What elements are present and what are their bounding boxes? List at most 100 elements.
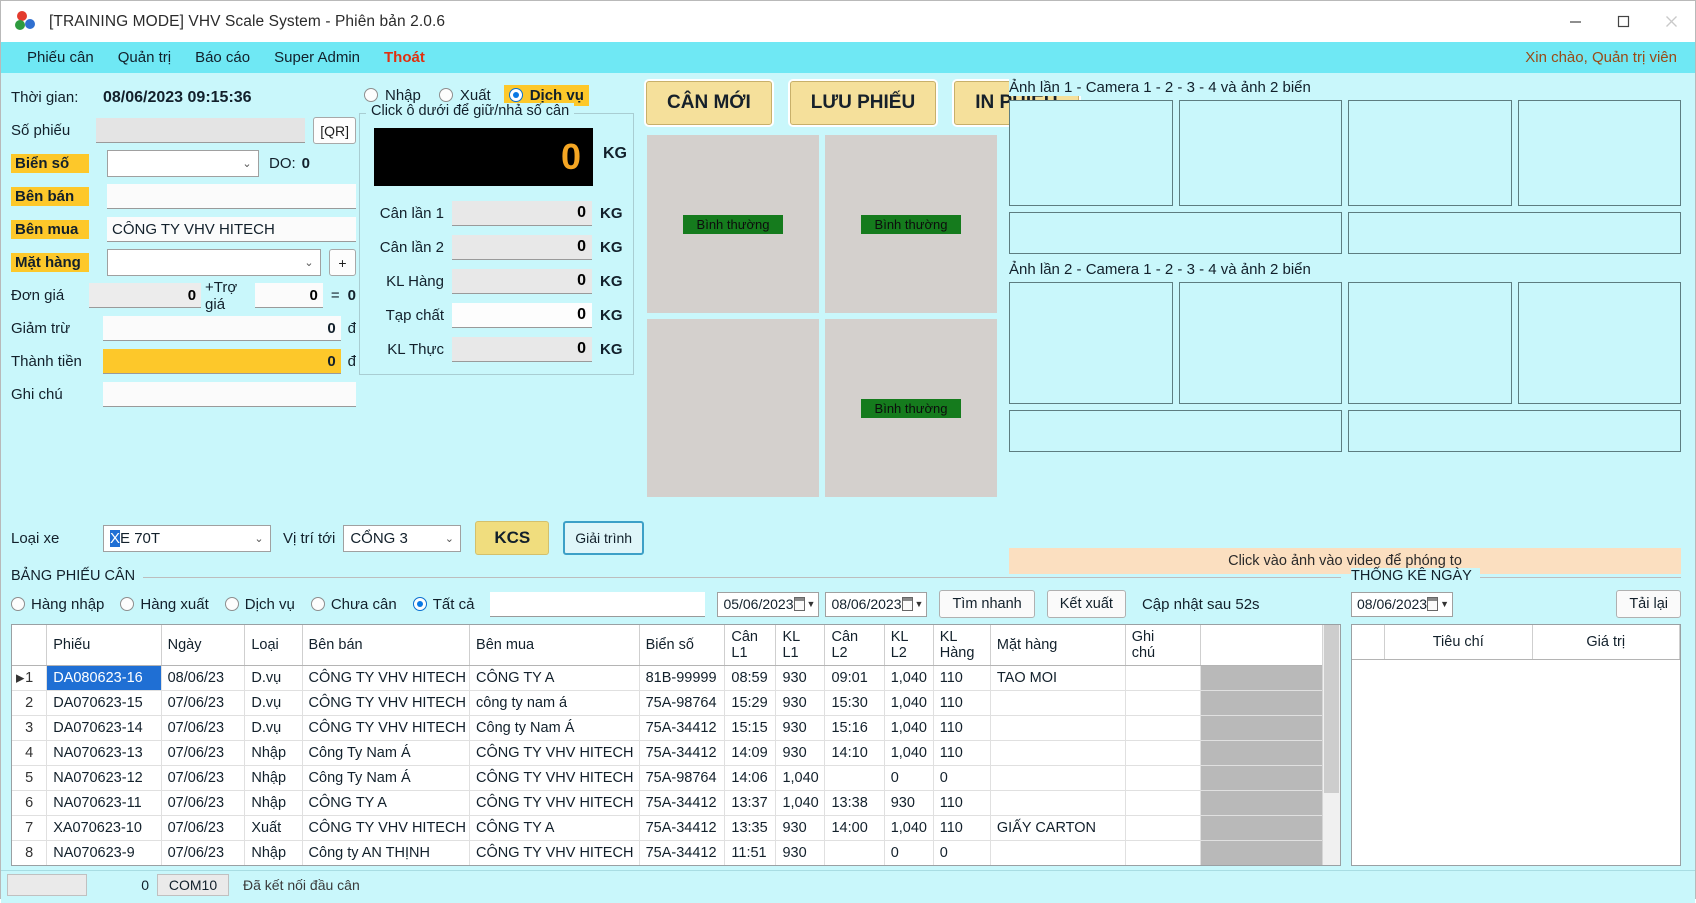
video-tile-4[interactable]: Bình thường (825, 319, 997, 497)
date-to-picker[interactable]: 08/06/2023 ▼ (825, 591, 928, 617)
row-number-cell[interactable]: 4 (12, 740, 48, 766)
row-number-cell[interactable]: 8 (12, 840, 48, 865)
close-icon[interactable] (1647, 1, 1695, 42)
camera-image-1-4[interactable] (1517, 100, 1681, 206)
table-row[interactable]: 8 NA070623-9 07/06/23 Nhập Công ty AN TH… (12, 840, 1324, 865)
kl-hang-input[interactable] (452, 268, 592, 294)
giai-trinh-button[interactable]: Giải trình (563, 521, 645, 555)
stats-col-header-gia-tri[interactable]: Giá trị (1532, 625, 1680, 660)
col-header-kl-l2[interactable]: KL L2 (884, 625, 934, 666)
col-header-kl-hang[interactable]: KL Hàng (933, 625, 991, 666)
table-row[interactable]: 4 NA070623-13 07/06/23 Nhập Công Ty Nam … (12, 740, 1324, 766)
table-row[interactable]: 3 DA070623-14 07/06/23 D.vụ CÔNG TY VHV … (12, 715, 1324, 741)
minimize-icon[interactable] (1551, 1, 1599, 42)
camera-image-2-2[interactable] (1178, 282, 1342, 404)
mat-hang-combobox[interactable]: ⌄ (107, 249, 321, 276)
luu-phieu-button[interactable]: LƯU PHIẾU (789, 81, 937, 125)
qr-button[interactable]: [QR] (313, 117, 356, 144)
col-header-phieu[interactable]: Phiếu (46, 625, 162, 666)
don-gia-input[interactable] (89, 283, 202, 308)
stats-col-header-tieu-chi[interactable]: Tiêu chí (1384, 625, 1533, 660)
menu-item-quan-tri[interactable]: Quản trị (106, 46, 183, 69)
can-moi-button[interactable]: CÂN MỚI (646, 81, 772, 125)
cell-mat-hang (990, 715, 1126, 741)
col-header-ben-ban[interactable]: Bên bán (302, 625, 471, 666)
can-lan-2-input[interactable] (452, 234, 592, 260)
filter-tat-ca[interactable]: Tất cả (412, 596, 474, 613)
camera-image-2-4[interactable] (1517, 282, 1681, 404)
so-phieu-input[interactable] (96, 118, 306, 143)
col-header-ngay[interactable]: Ngày (161, 625, 246, 666)
col-header-bien-so[interactable]: Biển số (639, 625, 726, 666)
menu-item-phieu-can[interactable]: Phiếu cân (15, 46, 106, 69)
camera-image-1-2[interactable] (1178, 100, 1342, 206)
camera-image-1-1[interactable] (1009, 100, 1173, 206)
col-header-rownum[interactable] (12, 625, 48, 666)
col-header-kl-l1[interactable]: KL L1 (775, 625, 826, 666)
col-header-can-l1[interactable]: Cân L1 (724, 625, 777, 666)
menu-item-thoat[interactable]: Thoát (372, 46, 437, 69)
tai-lai-button[interactable]: Tải lại (1616, 590, 1681, 618)
filter-hang-xuat[interactable]: Hàng xuất (120, 596, 209, 613)
row-number-cell[interactable]: ▶ 1 (12, 665, 48, 691)
table-row[interactable]: 2 DA070623-15 07/06/23 D.vụ CÔNG TY VHV … (12, 690, 1324, 716)
lcd-display[interactable]: 0 (374, 128, 593, 186)
menu-item-super-admin[interactable]: Super Admin (262, 46, 372, 69)
scrollbar-thumb[interactable] (1324, 625, 1339, 793)
date-from-picker[interactable]: 05/06/2023 ▼ (717, 591, 820, 617)
table-row[interactable]: ▶ 1 DA080623-16 08/06/23 D.vụ CÔNG TY VHV… (12, 665, 1324, 691)
form-row-giam-tru: Giảm trừ đ (11, 312, 356, 345)
camera-image-2-3[interactable] (1348, 282, 1512, 404)
row-number-cell[interactable]: 5 (12, 765, 48, 791)
table-row[interactable]: 7 XA070623-10 07/06/23 Xuất CÔNG TY VHV … (12, 815, 1324, 841)
ghi-chu-input[interactable] (103, 382, 356, 407)
filter-hang-nhap[interactable]: Hàng nhập (11, 596, 104, 613)
col-header-ben-mua[interactable]: Bên mua (469, 625, 640, 666)
row-number-cell[interactable]: 3 (12, 715, 48, 741)
filter-chua-can[interactable]: Chưa cân (310, 596, 397, 613)
maximize-icon[interactable] (1599, 1, 1647, 42)
video-tile-2[interactable]: Bình thường (825, 135, 997, 313)
loai-xe-combobox[interactable]: XE 70T ⌄ (103, 524, 271, 552)
plate-image-2-1[interactable] (1009, 410, 1342, 452)
ket-xuat-button[interactable]: Kết xuất (1046, 590, 1126, 618)
camera-image-1-3[interactable] (1348, 100, 1512, 206)
giam-tru-input[interactable] (103, 316, 341, 341)
table-row[interactable]: 9 XA070623-8 07/06/23 Xuất CÔNG TY VHV H… (12, 866, 1324, 867)
col-header-loai[interactable]: Loại (244, 625, 303, 666)
video-tile-3[interactable] (647, 319, 819, 497)
kcs-button[interactable]: KCS (475, 521, 550, 555)
plate-image-2-2[interactable] (1348, 410, 1681, 452)
col-header-mat-hang[interactable]: Mặt hàng (990, 625, 1126, 666)
tap-chat-input[interactable] (452, 302, 592, 328)
search-input[interactable] (490, 591, 706, 617)
row-number-cell[interactable]: 2 (12, 690, 48, 716)
bien-so-combobox[interactable]: ⌄ (107, 150, 259, 177)
thanh-tien-input[interactable] (103, 349, 341, 374)
col-header-ghi-chu[interactable]: Ghi chú (1125, 625, 1202, 666)
stats-date-picker[interactable]: 08/06/2023 ▼ (1351, 591, 1453, 617)
kl-thuc-input[interactable] (452, 336, 592, 362)
tim-nhanh-button[interactable]: Tìm nhanh (939, 590, 1035, 618)
plate-image-1-2[interactable] (1348, 212, 1681, 254)
ticket-data-grid[interactable]: Phiếu Ngày Loại Bên bán Bên mua Biển số … (11, 624, 1341, 866)
camera-image-2-1[interactable] (1009, 282, 1173, 404)
video-tile-1[interactable]: Bình thường (647, 135, 819, 313)
menu-item-bao-cao[interactable]: Báo cáo (183, 46, 262, 69)
col-header-can-l2[interactable]: Cân L2 (824, 625, 885, 666)
plate-image-1-1[interactable] (1009, 212, 1342, 254)
table-row[interactable]: 6 NA070623-11 07/06/23 Nhập CÔNG TY A CÔ… (12, 790, 1324, 816)
daily-stats-grid[interactable]: Tiêu chí Giá trị (1351, 624, 1681, 866)
ben-mua-input[interactable] (107, 217, 356, 242)
tro-gia-input[interactable] (254, 283, 323, 308)
table-row[interactable]: 5 NA070623-12 07/06/23 Nhập Công Ty Nam … (12, 765, 1324, 791)
filter-dich-vu[interactable]: Dịch vụ (224, 596, 295, 613)
ben-ban-input[interactable] (107, 184, 356, 209)
table-vertical-scrollbar[interactable] (1322, 625, 1340, 865)
row-number-cell[interactable]: 7 (12, 815, 48, 841)
can-lan-1-input[interactable] (452, 200, 592, 226)
row-number-cell[interactable]: 6 (12, 790, 48, 816)
add-mat-hang-button[interactable]: + (329, 249, 356, 276)
row-number-cell[interactable]: 9 (12, 866, 47, 867)
vi-tri-combobox[interactable]: CỔNG 3 ⌄ (343, 524, 462, 552)
